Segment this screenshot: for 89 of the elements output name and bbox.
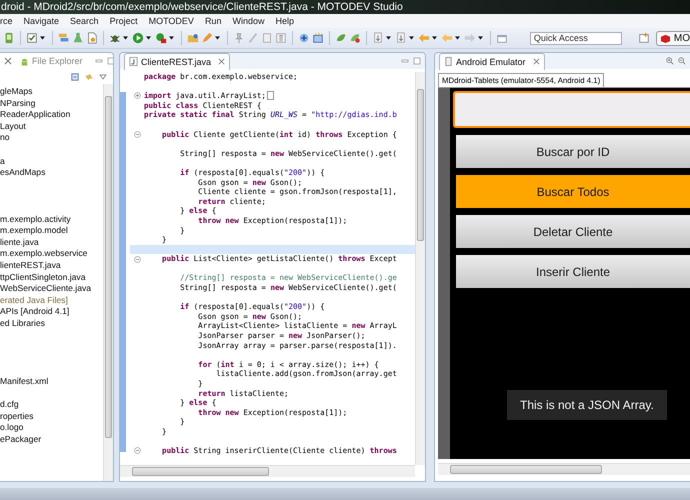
close-icon[interactable] bbox=[218, 58, 226, 65]
fold-collapse-icon[interactable] bbox=[134, 130, 140, 138]
tree-item[interactable]: m.exemplo.model bbox=[0, 225, 68, 236]
tree-item[interactable]: ed Libraries bbox=[0, 318, 45, 328]
tree-item[interactable]: d.cfg bbox=[0, 399, 19, 410]
menu-item[interactable]: rce bbox=[0, 16, 13, 26]
close-icon[interactable] bbox=[532, 58, 540, 65]
java-file-icon bbox=[129, 57, 138, 66]
flask-icon[interactable] bbox=[72, 32, 84, 44]
maximize-icon[interactable] bbox=[106, 57, 113, 65]
device-icon bbox=[444, 57, 453, 66]
phone-icon[interactable] bbox=[3, 32, 15, 44]
caret-icon[interactable] bbox=[455, 36, 460, 40]
zoom-in-icon[interactable] bbox=[666, 57, 674, 65]
pin-icon[interactable] bbox=[233, 32, 245, 44]
menu-item[interactable]: Run bbox=[204, 16, 222, 26]
app-button[interactable]: Deletar Cliente bbox=[456, 215, 690, 248]
menu-item[interactable]: Help bbox=[275, 16, 294, 26]
play-icon[interactable] bbox=[132, 32, 144, 44]
scrollbar[interactable] bbox=[438, 463, 690, 475]
tree-item[interactable]: APIs [Android 4.1] bbox=[0, 306, 70, 316]
caret-icon[interactable] bbox=[40, 36, 45, 40]
folded-code-marker[interactable] bbox=[266, 91, 274, 100]
window-title: droid - MDroid2/src/br/com/exemplo/webservice/ClienteREST.java - MOTODEV Studio bbox=[1, 1, 403, 13]
tree-item[interactable]: ReaderApplication bbox=[0, 109, 70, 120]
link-icon[interactable] bbox=[85, 72, 93, 80]
scrollbar[interactable] bbox=[120, 465, 415, 477]
caret-icon[interactable] bbox=[169, 36, 174, 40]
open-perspective-icon[interactable] bbox=[638, 32, 650, 44]
app-button[interactable]: Inserir Cliente bbox=[456, 255, 690, 288]
perspective-button[interactable]: MO bbox=[656, 30, 690, 46]
toast-message: This is not a JSON Array. bbox=[507, 390, 667, 420]
tree-item[interactable]: m.exemplo.activity bbox=[0, 214, 71, 224]
view-menu-icon[interactable] bbox=[99, 72, 107, 80]
tree-item[interactable]: WebServiceCliente.java bbox=[0, 283, 92, 294]
add-page-icon[interactable] bbox=[298, 32, 310, 44]
page-icon[interactable] bbox=[261, 32, 273, 44]
tree-item[interactable]: erated Java Files] bbox=[0, 294, 68, 305]
tree-item[interactable]: Manifest.xml bbox=[0, 376, 48, 386]
text-input-field[interactable] bbox=[453, 91, 690, 128]
tree-item[interactable]: roperties bbox=[0, 410, 34, 421]
tree-item[interactable]: o.logo bbox=[0, 422, 24, 432]
leaf-icon[interactable] bbox=[349, 32, 361, 44]
scrollbar[interactable] bbox=[415, 72, 425, 465]
pilcrow-icon[interactable] bbox=[275, 32, 287, 44]
tree-item[interactable]: liente.java bbox=[0, 236, 39, 247]
zoom-out-icon[interactable] bbox=[678, 57, 686, 65]
caret-icon[interactable] bbox=[215, 36, 220, 40]
fold-collapse-icon[interactable] bbox=[134, 447, 140, 454]
app-button[interactable]: Buscar Todos bbox=[456, 175, 690, 208]
menu-item[interactable]: Search bbox=[70, 16, 99, 26]
window-icon[interactable] bbox=[496, 32, 508, 44]
cube-icon bbox=[660, 34, 671, 42]
menu-item[interactable]: Project bbox=[110, 16, 138, 26]
tree-item[interactable]: ePackager bbox=[0, 434, 42, 444]
tree-item[interactable]: m.exemplo.webservice bbox=[0, 248, 88, 258]
collapse-all-icon[interactable] bbox=[71, 72, 79, 80]
tree-item[interactable]: esAndMaps bbox=[0, 167, 46, 178]
tree-item[interactable]: ttpClientSingleton.java bbox=[0, 272, 86, 282]
menu-item[interactable]: Navigate bbox=[24, 16, 60, 26]
leaf-icon[interactable] bbox=[335, 32, 347, 44]
document-icon[interactable] bbox=[86, 32, 98, 44]
stack-icon[interactable] bbox=[58, 32, 70, 44]
tree-item[interactable]: lienteREST.java bbox=[0, 260, 61, 270]
emulator-tab[interactable]: Android Emulator bbox=[439, 53, 545, 70]
tree-item[interactable]: Layout bbox=[0, 120, 26, 131]
tree-item[interactable]: NParsing bbox=[0, 98, 36, 108]
editor-tab[interactable]: ClienteREST.java bbox=[124, 53, 230, 70]
checkbox-icon[interactable] bbox=[26, 32, 38, 44]
menu-item[interactable]: MOTODEV bbox=[148, 16, 194, 26]
tree-item[interactable]: no bbox=[0, 132, 10, 142]
tree-item[interactable]: a bbox=[0, 156, 5, 166]
fold-expand-icon[interactable] bbox=[134, 92, 140, 100]
caret-icon[interactable] bbox=[386, 36, 391, 40]
caret-icon[interactable] bbox=[123, 36, 128, 40]
caret-icon[interactable] bbox=[146, 36, 151, 40]
close-icon[interactable] bbox=[4, 57, 12, 65]
folder-icon[interactable] bbox=[187, 32, 199, 44]
app-button[interactable]: Buscar por ID bbox=[456, 135, 690, 168]
maximize-icon[interactable] bbox=[413, 57, 421, 65]
quick-access-field[interactable]: Quick Access bbox=[530, 32, 622, 44]
caret-icon[interactable] bbox=[409, 36, 414, 40]
tree-item[interactable]: gleMaps bbox=[0, 86, 32, 96]
menu-item[interactable]: Window bbox=[232, 16, 264, 26]
caret-icon[interactable] bbox=[432, 36, 437, 40]
scrollbar[interactable] bbox=[103, 84, 113, 481]
fold-collapse-icon[interactable] bbox=[134, 256, 140, 263]
caret-icon[interactable] bbox=[478, 36, 483, 40]
android-icon bbox=[20, 56, 29, 66]
